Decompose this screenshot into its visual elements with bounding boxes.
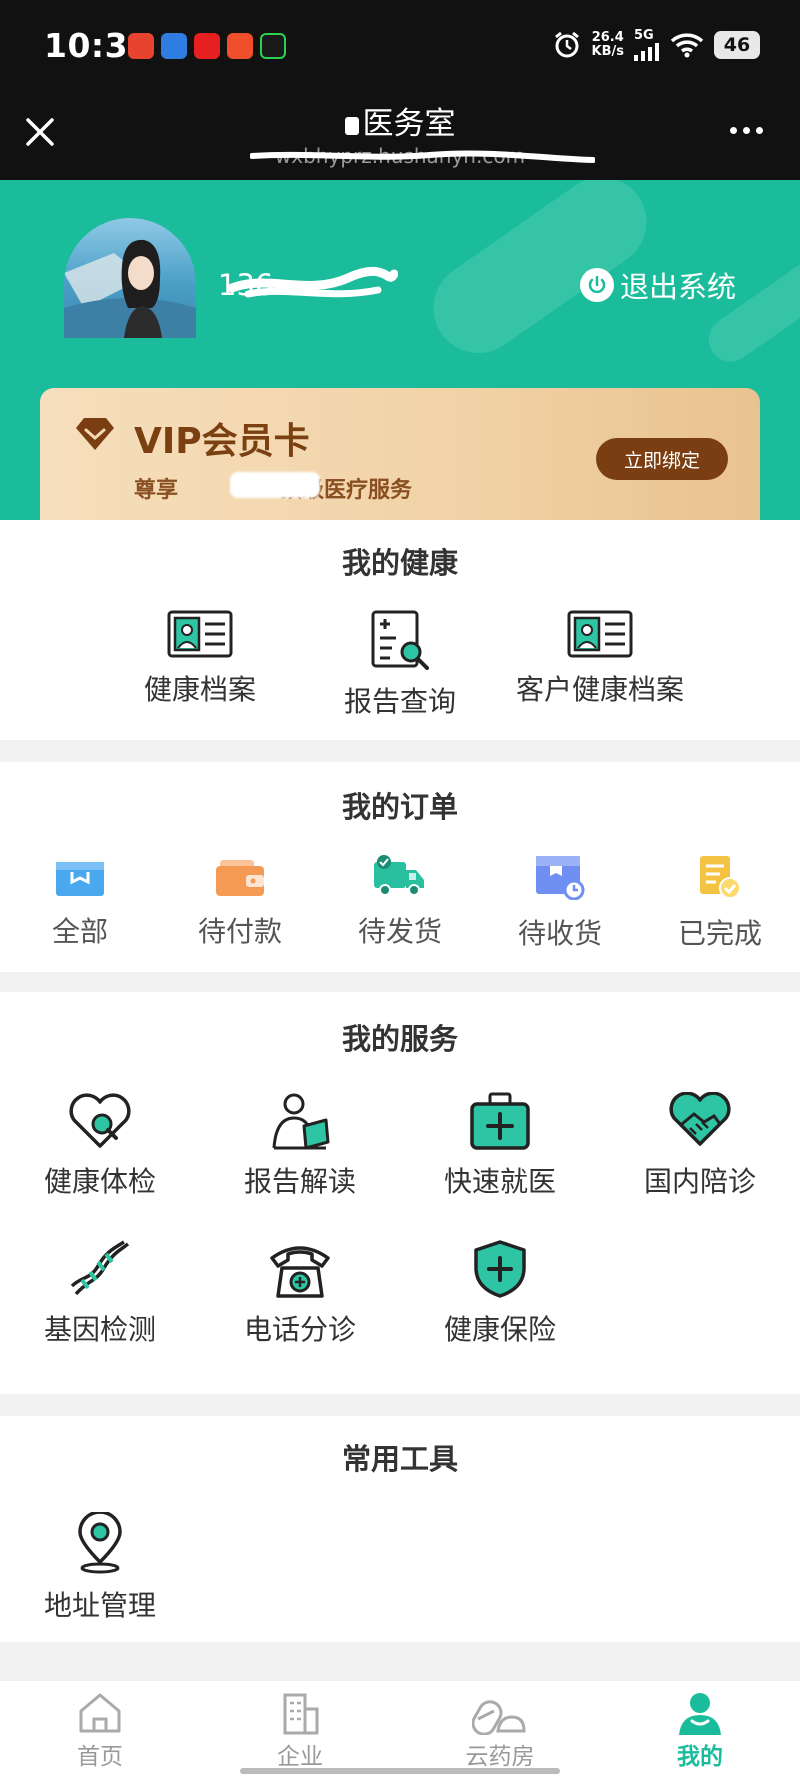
- heart-search-icon: [69, 1093, 131, 1148]
- battery-indicator: 46: [714, 30, 760, 59]
- bottom-nav: 首页 企业 云药房 我的: [0, 1680, 800, 1778]
- location-pin-icon: [78, 1512, 122, 1574]
- service-health-insurance[interactable]: 健康保险: [430, 1240, 570, 1348]
- net-speed: 26.4 KB/s: [591, 29, 624, 59]
- service-gene-testing[interactable]: 基因检测: [30, 1240, 170, 1348]
- building-icon: [283, 1693, 319, 1735]
- page-title: 医务室: [0, 98, 800, 143]
- section-title: 我的订单: [341, 790, 458, 824]
- package-clock-icon: [536, 856, 585, 900]
- nav-cloud-pharmacy[interactable]: 云药房: [440, 1691, 560, 1771]
- signal-bars-icon: [634, 43, 659, 61]
- section-my-health: 我的健康 健康档案 报告查询 客户健康档案: [0, 520, 800, 740]
- more-options-button[interactable]: [730, 120, 774, 140]
- section-my-services: 我的服务 健康体检 报告解读 快速就医 国内陪诊 基因检测 电话分诊 健康保险: [0, 992, 800, 1394]
- nav-home[interactable]: 首页: [40, 1691, 160, 1771]
- health-item-records[interactable]: 健康档案: [130, 610, 270, 708]
- section-tools: 常用工具 地址管理: [0, 1416, 800, 1642]
- section-title: 我的健康: [341, 546, 458, 580]
- power-icon: [579, 268, 614, 302]
- status-right: 26.4 KB/s 5G 46: [552, 28, 760, 61]
- app-notification-icon: [260, 33, 286, 59]
- health-item-report-query[interactable]: 报告查询: [330, 610, 470, 720]
- id-card-icon: [567, 610, 633, 658]
- service-report-interpretation[interactable]: 报告解读: [230, 1092, 370, 1200]
- signal: 5G: [634, 28, 660, 61]
- order-tab-pending-shipment[interactable]: 待发货: [340, 854, 460, 950]
- order-tab-completed[interactable]: 已完成: [660, 854, 780, 952]
- service-quick-medical[interactable]: 快速就医: [430, 1092, 570, 1200]
- heart-handshake-icon: [669, 1092, 731, 1146]
- medical-kit-icon: [470, 1092, 530, 1150]
- status-app-icons: [128, 33, 286, 59]
- id-card-icon: [167, 610, 233, 658]
- profile-header: 136 退出系统 VIP会员卡 尊享 顶级医疗服务 立即绑定: [0, 180, 800, 520]
- status-bar: 10:31 26.4 KB/s 5G 46: [0, 0, 800, 94]
- user-icon: [679, 1693, 721, 1735]
- title-bar: 医务室 wxbhyprz.hushanyn.com: [0, 94, 800, 180]
- redaction-blur: [230, 472, 320, 498]
- app-notification-icon: [227, 33, 253, 59]
- order-tab-pending-payment[interactable]: 待付款: [180, 858, 300, 950]
- health-item-customer-records[interactable]: 客户健康档案: [510, 610, 690, 708]
- vip-title: VIP会员卡: [134, 421, 310, 462]
- redaction-scribble: [228, 266, 398, 298]
- truck-icon: [374, 855, 424, 896]
- section-my-orders: 我的订单 全部 待付款 待发货 待收货 已完成: [0, 762, 800, 972]
- section-title: 我的服务: [341, 1022, 458, 1056]
- order-tab-all[interactable]: 全部: [30, 858, 130, 950]
- dna-icon: [70, 1240, 130, 1296]
- redaction-scribble: [250, 150, 595, 163]
- app-notification-icon: [161, 33, 187, 59]
- report-search-icon: [371, 610, 429, 670]
- shield-plus-icon: [474, 1240, 526, 1298]
- tool-address-management[interactable]: 地址管理: [30, 1512, 170, 1624]
- diamond-icon: [76, 418, 114, 450]
- nav-mine[interactable]: 我的: [640, 1691, 760, 1771]
- service-domestic-escort[interactable]: 国内陪诊: [630, 1092, 770, 1200]
- box-icon: [56, 862, 104, 896]
- alarm-icon: [554, 31, 579, 57]
- home-indicator[interactable]: [240, 1768, 560, 1774]
- app-notification-icon: [128, 33, 154, 59]
- pill-icon: [472, 1700, 526, 1735]
- service-phone-triage[interactable]: 电话分诊: [230, 1240, 370, 1348]
- lock-icon: [344, 116, 359, 135]
- section-title: 常用工具: [341, 1442, 458, 1476]
- doctor-report-icon: [272, 1093, 330, 1150]
- vip-card[interactable]: VIP会员卡 尊享 顶级医疗服务 立即绑定: [40, 388, 760, 520]
- home-icon: [79, 1693, 121, 1733]
- telephone-icon: [270, 1246, 330, 1298]
- avatar[interactable]: [64, 218, 196, 338]
- avatar-photo: [64, 239, 196, 338]
- nav-enterprise[interactable]: 企业: [240, 1691, 360, 1771]
- wallet-icon: [216, 860, 264, 896]
- wifi-icon: [670, 32, 704, 57]
- logout-button[interactable]: 退出系统: [579, 264, 736, 306]
- logout-label: 退出系统: [619, 270, 736, 304]
- order-tab-pending-receipt[interactable]: 待收货: [500, 854, 620, 952]
- bind-now-button[interactable]: 立即绑定: [596, 438, 728, 480]
- service-health-checkup[interactable]: 健康体检: [30, 1092, 170, 1200]
- app-notification-icon: [194, 33, 220, 59]
- doc-check-icon: [700, 856, 741, 899]
